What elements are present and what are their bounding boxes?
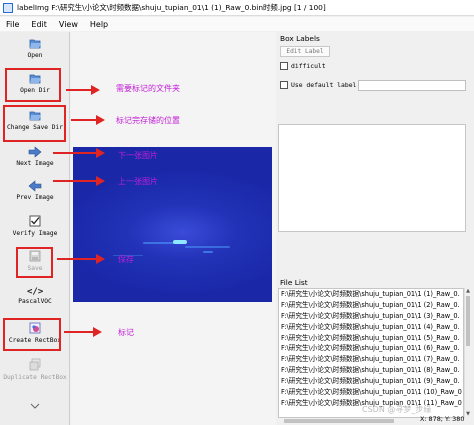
menu-help[interactable]: Help (84, 20, 114, 29)
save-dir-annotation: 标记完存储的位置 (116, 116, 180, 125)
save-dir-arrow (71, 115, 105, 125)
next-image-label: Next Image (16, 160, 54, 167)
collapse-toggle[interactable] (2, 402, 68, 410)
watermark: CSDN @寻梦_步缘 (362, 405, 432, 414)
window-title: labelImg F:\研究生\小论文\时频数据\shuju_tupian_01… (17, 3, 326, 12)
cursor-coordinates: X: 878; Y: 380 (420, 415, 465, 423)
open-file-icon (29, 39, 41, 49)
file-list-item[interactable]: F:\研究生\小论文\时频数据\shuju_tupian_01\1 (3)_Ra… (279, 311, 463, 322)
use-default-label-row[interactable]: Use default label (280, 81, 356, 89)
code-brackets-icon: </> (27, 287, 43, 296)
next-annotation: 下一张图片 (118, 151, 158, 160)
duplicate-rectbox-button[interactable]: Duplicate RectBox (2, 358, 68, 381)
label-list[interactable] (278, 124, 466, 232)
save-arrow (57, 254, 105, 264)
save-dir-highlight-box (3, 105, 66, 142)
menu-edit[interactable]: Edit (25, 20, 53, 29)
verify-image-label: Verify Image (12, 230, 58, 237)
format-button[interactable]: </> PascalVOC (2, 284, 68, 305)
duplicate-rectbox-label: Duplicate RectBox (3, 374, 67, 381)
menu-view[interactable]: View (53, 20, 84, 29)
open-label: Open (27, 52, 43, 59)
horizontal-scroll-thumb[interactable] (284, 419, 394, 423)
open-dir-annotation: 需要标记的文件夹 (116, 84, 180, 93)
file-list-vertical-scrollbar[interactable]: ▲ ▼ (464, 288, 470, 418)
scroll-down-icon[interactable]: ▼ (465, 411, 471, 418)
file-list-item[interactable]: F:\研究生\小论文\时频数据\shuju_tupian_01\1 (2)_Ra… (279, 300, 463, 311)
file-list-item[interactable]: F:\研究生\小论文\时频数据\shuju_tupian_01\1 (7)_Ra… (279, 354, 463, 365)
prev-arrow-icon (28, 180, 42, 192)
spectrogram-image (73, 147, 272, 302)
open-dir-highlight-box (5, 68, 61, 102)
create-arrow (64, 327, 102, 337)
prev-image-label: Prev Image (16, 194, 54, 201)
title-bar: labelImg F:\研究生\小论文\时频数据\shuju_tupian_01… (0, 0, 474, 16)
file-list-item[interactable]: F:\研究生\小论文\时频数据\shuju_tupian_01\1 (8)_Ra… (279, 365, 463, 376)
scroll-thumb[interactable] (466, 296, 470, 346)
difficult-checkbox[interactable] (280, 62, 288, 70)
chevron-down-icon (30, 403, 40, 409)
menu-file[interactable]: File (0, 20, 25, 29)
use-default-label-text: Use default label (291, 81, 357, 89)
verify-check-icon (29, 215, 41, 227)
file-list-item[interactable]: F:\研究生\小论文\时频数据\shuju_tupian_01\1 (6)_Ra… (279, 343, 463, 354)
create-rectbox-highlight-box (3, 318, 61, 351)
edit-label-text: Edit Label (286, 48, 324, 55)
next-arrow (53, 148, 105, 158)
default-label-input[interactable] (358, 80, 466, 91)
file-list-item[interactable]: F:\研究生\小论文\时频数据\shuju_tupian_01\1 (5)_Ra… (279, 333, 463, 344)
menu-bar: File Edit View Help (0, 17, 474, 31)
verify-image-button[interactable]: Verify Image (2, 214, 68, 237)
open-button[interactable]: Open (2, 36, 68, 59)
box-labels-title: Box Labels (280, 34, 320, 43)
duplicate-rectbox-icon (29, 358, 41, 371)
file-list-item[interactable]: F:\研究生\小论文\时频数据\shuju_tupian_01\1 (4)_Ra… (279, 322, 463, 333)
box-labels-panel: Edit Label difficult Use default label (278, 44, 470, 274)
next-arrow-icon (28, 146, 42, 158)
prev-arrow (53, 176, 105, 186)
file-list-title: File List (280, 278, 308, 287)
create-annotation: 标记 (118, 328, 134, 337)
format-label: PascalVOC (18, 298, 52, 305)
app-icon (3, 2, 13, 13)
difficult-checkbox-row[interactable]: difficult (280, 62, 326, 70)
file-list-item[interactable]: F:\研究生\小论文\时频数据\shuju_tupian_01\1 (10)_R… (279, 387, 463, 398)
save-highlight-box (16, 247, 53, 278)
file-list-item[interactable]: F:\研究生\小论文\时频数据\shuju_tupian_01\1 (9)_Ra… (279, 376, 463, 387)
save-annotation: 保存 (118, 255, 134, 264)
edit-label-button[interactable]: Edit Label (280, 46, 330, 57)
svg-text:</>: </> (27, 287, 43, 296)
open-dir-arrow (66, 85, 100, 95)
file-list-box: F:\研究生\小论文\时频数据\shuju_tupian_01\1 (1)_Ra… (278, 288, 464, 418)
use-default-label-checkbox[interactable] (280, 81, 288, 89)
prev-annotation: 上一张图片 (118, 177, 158, 186)
difficult-label: difficult (291, 62, 326, 70)
scroll-up-icon[interactable]: ▲ (465, 288, 471, 295)
file-list-item[interactable]: F:\研究生\小论文\时频数据\shuju_tupian_01\1 (1)_Ra… (279, 289, 463, 300)
